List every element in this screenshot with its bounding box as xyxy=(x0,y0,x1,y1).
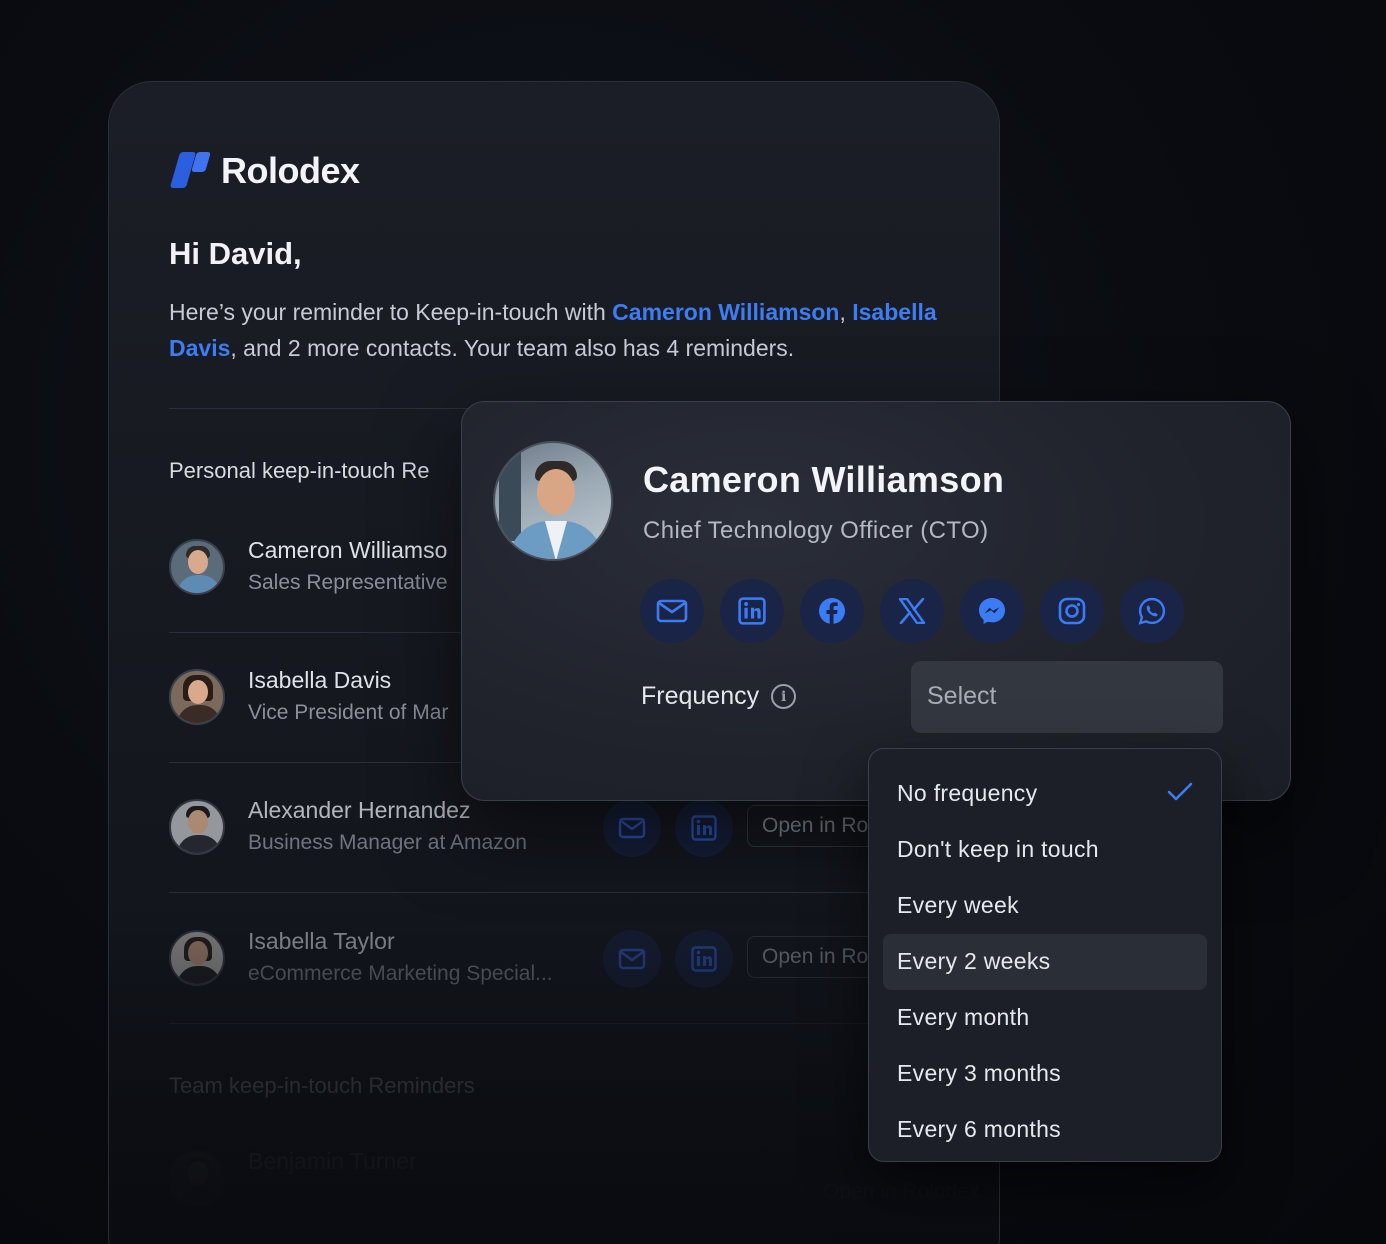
frequency-option[interactable]: Every week xyxy=(883,878,1207,934)
profile-title: Chief Technology Officer (CTO) xyxy=(643,517,989,544)
option-label: Don't keep in touch xyxy=(897,836,1099,862)
list-item[interactable]: Benjamin Turner Open in Rolodex xyxy=(169,1148,979,1244)
contact-name: Cameron Williamso xyxy=(248,537,448,563)
avatar xyxy=(169,539,225,595)
contact-role: Sales Representative xyxy=(248,571,448,594)
contact-profile-card: Cameron Williamson Chief Technology Offi… xyxy=(461,401,1291,801)
linkedin-icon xyxy=(738,597,766,625)
intro-contact-link-1[interactable]: Cameron Williamson xyxy=(612,299,839,325)
frequency-option[interactable]: Every 6 months xyxy=(883,1102,1207,1158)
facebook-icon xyxy=(819,598,845,625)
option-label: Every 6 months xyxy=(897,1116,1061,1142)
option-label: No frequency xyxy=(897,780,1038,806)
mail-icon xyxy=(618,948,646,970)
avatar xyxy=(493,441,613,561)
x-button[interactable] xyxy=(880,579,944,643)
linkedin-button[interactable] xyxy=(720,579,784,643)
contact-name: Isabella Taylor xyxy=(248,928,395,954)
facebook-button[interactable] xyxy=(800,579,864,643)
option-label: Every 3 months xyxy=(897,1060,1061,1086)
frequency-label-text: Frequency xyxy=(641,682,760,710)
avatar xyxy=(169,799,225,855)
instagram-icon xyxy=(1058,597,1086,625)
option-label: Every week xyxy=(897,892,1019,918)
contact-name: Alexander Hernandez xyxy=(248,797,471,823)
profile-name: Cameron Williamson xyxy=(643,459,1005,500)
frequency-option[interactable]: Every month xyxy=(883,990,1207,1046)
email-button[interactable] xyxy=(640,579,704,643)
messenger-button[interactable] xyxy=(960,579,1024,643)
brand-name: Rolodex xyxy=(221,150,360,191)
mail-button[interactable] xyxy=(603,930,661,988)
personal-section-title: Personal keep-in-touch Re xyxy=(169,458,430,483)
intro-text: Here’s your reminder to Keep-in-touch wi… xyxy=(169,294,959,366)
team-section-title: Team keep-in-touch Reminders xyxy=(169,1073,475,1098)
frequency-select[interactable]: Select xyxy=(911,661,1223,733)
intro-suffix: , and 2 more contacts. Your team also ha… xyxy=(230,335,795,361)
mail-icon xyxy=(618,817,646,839)
info-icon[interactable]: i xyxy=(771,684,797,709)
greeting: Hi David, xyxy=(169,236,302,271)
contact-name: Benjamin Turner xyxy=(248,1148,417,1174)
divider xyxy=(169,1023,939,1024)
check-icon xyxy=(1167,782,1193,801)
mail-button[interactable] xyxy=(603,799,661,857)
intro-separator: , xyxy=(839,299,846,325)
avatar xyxy=(169,1150,225,1206)
open-in-rolodex-button[interactable]: Open in Rolodex xyxy=(809,1172,999,1214)
whatsapp-icon xyxy=(1138,597,1166,625)
contact-role: Business Manager at Amazon xyxy=(248,831,527,854)
contact-role: eCommerce Marketing Special... xyxy=(248,962,553,985)
list-item[interactable]: Isabella Taylor eCommerce Marketing Spec… xyxy=(169,928,949,1030)
option-label: Every month xyxy=(897,1004,1030,1030)
frequency-option[interactable]: Every 2 weeks xyxy=(883,934,1207,990)
option-label: Every 2 weeks xyxy=(897,948,1051,974)
brand: Rolodex xyxy=(169,150,360,192)
avatar xyxy=(169,669,225,725)
frequency-dropdown: No frequency Don't keep in touch Every w… xyxy=(868,748,1222,1162)
whatsapp-button[interactable] xyxy=(1120,579,1184,643)
frequency-option[interactable]: Don't keep in touch xyxy=(883,822,1207,878)
avatar xyxy=(169,930,225,986)
frequency-option[interactable]: No frequency xyxy=(883,766,1207,822)
frequency-label: Frequency i xyxy=(641,682,797,711)
linkedin-icon xyxy=(691,946,717,972)
instagram-button[interactable] xyxy=(1040,579,1104,643)
intro-prefix: Here’s your reminder to Keep-in-touch wi… xyxy=(169,299,613,325)
x-icon xyxy=(898,598,926,624)
contact-role: Vice President of Mar xyxy=(248,701,449,724)
messenger-icon xyxy=(979,598,1005,624)
contact-name: Isabella Davis xyxy=(248,667,392,693)
divider xyxy=(169,892,939,893)
social-links xyxy=(640,579,1184,643)
mail-icon xyxy=(656,599,688,623)
linkedin-button[interactable] xyxy=(675,930,733,988)
linkedin-icon xyxy=(691,815,717,841)
list-item[interactable]: Alexander Hernandez Business Manager at … xyxy=(169,797,949,899)
frequency-option[interactable]: Every 3 months xyxy=(883,1046,1207,1102)
rolodex-logo-icon xyxy=(169,152,211,190)
linkedin-button[interactable] xyxy=(675,799,733,857)
